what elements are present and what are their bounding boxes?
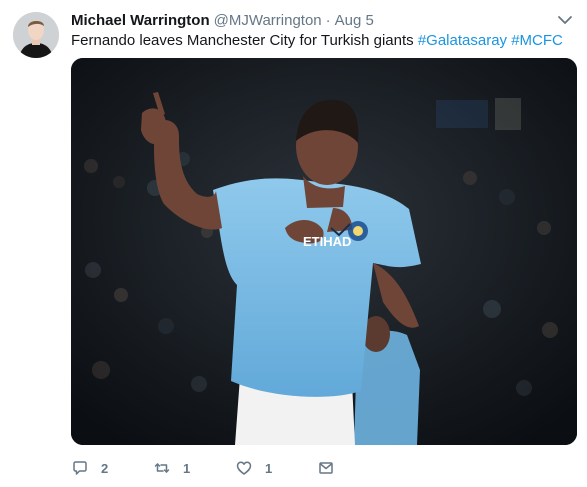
envelope-icon — [319, 462, 333, 474]
message-button[interactable] — [317, 459, 399, 477]
tweet-header: Michael Warrington @MJWarrington · Aug 5 — [71, 11, 547, 31]
football-player-photo: ETIHAD — [71, 58, 577, 445]
like-button[interactable]: 1 — [235, 459, 317, 477]
separator: · — [325, 12, 331, 29]
reply-button[interactable]: 2 — [71, 459, 153, 477]
hashtag-galatasaray[interactable]: #Galatasaray — [418, 32, 507, 49]
tweet-text: Fernando leaves Manchester City for Turk… — [71, 31, 577, 51]
like-count: 1 — [265, 460, 273, 476]
tweet: Michael Warrington @MJWarrington · Aug 5… — [0, 0, 587, 487]
handle[interactable]: @MJWarrington — [214, 11, 322, 31]
tweet-actions: 2 1 1 — [71, 456, 531, 480]
tweet-body: Fernando leaves Manchester City for Turk… — [71, 32, 418, 49]
display-name[interactable]: Michael Warrington — [71, 11, 210, 31]
heart-icon — [236, 461, 252, 475]
retweet-icon — [154, 463, 170, 473]
retweet-count: 1 — [183, 460, 191, 476]
jersey-sponsor: ETIHAD — [303, 234, 351, 249]
reply-count: 2 — [101, 460, 109, 476]
reply-icon — [73, 461, 87, 475]
chevron-down-icon[interactable] — [557, 12, 573, 28]
avatar-image — [13, 12, 59, 58]
retweet-button[interactable]: 1 — [153, 459, 235, 477]
hashtag-mcfc[interactable]: #MCFC — [511, 32, 563, 49]
avatar[interactable] — [13, 12, 59, 58]
timestamp[interactable]: Aug 5 — [335, 11, 374, 31]
tweet-photo[interactable]: ETIHAD — [71, 58, 577, 445]
